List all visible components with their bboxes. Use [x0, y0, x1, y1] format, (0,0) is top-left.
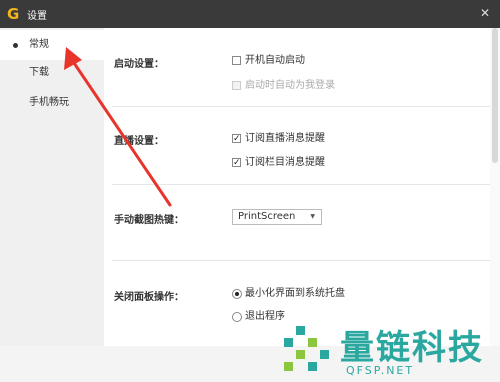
- watermark-text: 量链科技: [340, 328, 484, 368]
- watermark-url: QFSP.NET: [346, 364, 415, 377]
- watermark-logo-icon: [284, 326, 329, 371]
- watermark: 量链科技 QFSP.NET: [276, 318, 500, 382]
